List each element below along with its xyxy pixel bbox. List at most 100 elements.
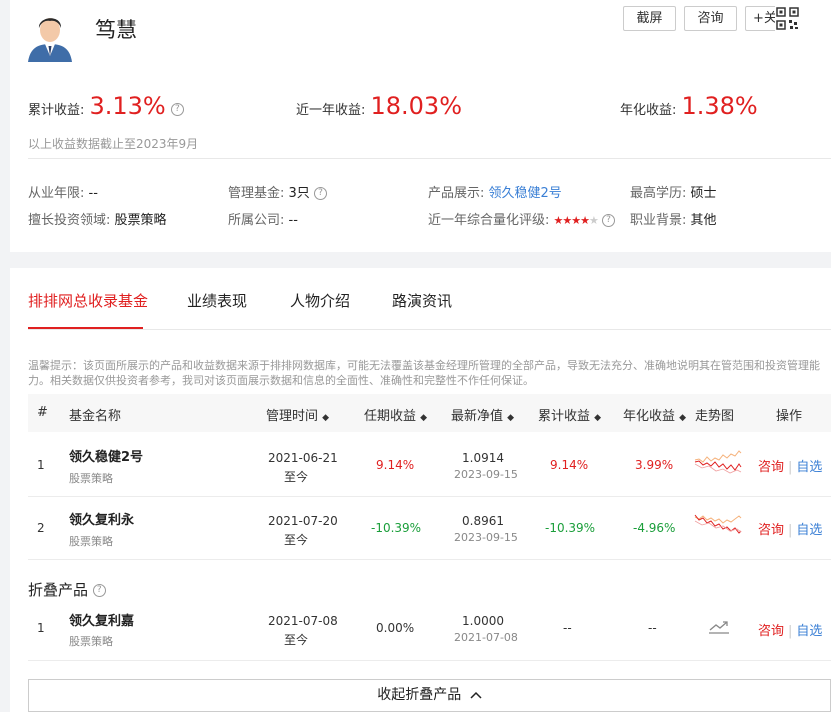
star-icon: ★: [562, 214, 572, 227]
collapse-folded-button[interactable]: 收起折叠产品: [28, 679, 831, 712]
row-ops: 咨询 | 自选: [758, 519, 822, 538]
ops-separator: |: [788, 460, 793, 475]
tab-roadshow[interactable]: 路演资讯: [392, 290, 452, 311]
consult-link[interactable]: 咨询: [758, 460, 784, 475]
col-fund-name: 基金名称: [69, 409, 122, 424]
sort-icon: ◆: [679, 413, 687, 423]
fund-type: 股票策略: [69, 472, 113, 485]
col-trend: 走势图: [695, 409, 735, 424]
screenshot-button[interactable]: 截屏: [623, 6, 676, 31]
col-ops: 操作: [776, 409, 803, 424]
qr-code-icon[interactable]: [775, 6, 800, 31]
sort-icon: ◆: [420, 413, 428, 423]
nav-date: 2023-09-15: [454, 531, 518, 544]
sort-icon: ◆: [507, 413, 515, 423]
nav-value: 1.0914: [462, 451, 504, 465]
info-funds: 管理基金: 3只 ?: [228, 182, 327, 201]
help-icon[interactable]: ?: [602, 214, 616, 227]
col-annual-label: 年化收益: [623, 409, 676, 424]
end-date: 至今: [284, 633, 309, 647]
start-date: 2021-07-08: [268, 614, 338, 628]
row-divider: [28, 496, 831, 497]
row-index: 1: [37, 458, 45, 472]
annual-return: 年化收益: 1.38%: [620, 92, 758, 120]
nav-value: 0.8961: [462, 514, 504, 528]
sort-icon: ◆: [594, 413, 602, 423]
watchlist-link[interactable]: 自选: [796, 460, 822, 475]
row-index: 1: [37, 621, 45, 635]
col-tenure-label: 任期收益: [364, 409, 417, 424]
rating-label: 近一年综合量化评级:: [428, 213, 550, 228]
chevron-up-icon: [470, 691, 482, 699]
col-tenure[interactable]: 任期收益 ◆: [364, 405, 427, 424]
disclaimer-tip: 温馨提示：该页面所展示的产品和收益数据来源于排排网数据库，可能无法覆盖该基金经理…: [28, 359, 820, 387]
annual-return-value: 1.38%: [681, 92, 758, 120]
tab-all-funds[interactable]: 排排网总收录基金: [28, 290, 148, 311]
star-icon: ★: [571, 214, 581, 227]
year-return: 近一年收益: 18.03%: [296, 92, 462, 120]
company-value: --: [288, 213, 298, 228]
start-date: 2021-06-21: [268, 451, 338, 465]
help-icon[interactable]: ?: [170, 103, 184, 116]
end-date: 至今: [284, 533, 309, 547]
background-label: 职业背景:: [630, 213, 687, 228]
fund-name-link[interactable]: 领久稳健2号: [69, 446, 143, 465]
folded-title-label: 折叠产品: [28, 581, 89, 599]
end-date: 至今: [284, 470, 309, 484]
annual-return: 3.99%: [635, 458, 674, 472]
fund-name-link[interactable]: 领久复利嘉: [69, 610, 134, 629]
education-value: 硕士: [690, 186, 717, 201]
info-background: 职业背景: 其他: [630, 209, 717, 228]
collapse-label: 收起折叠产品: [377, 687, 462, 703]
ops-separator: |: [788, 523, 793, 538]
info-company: 所属公司: --: [228, 209, 298, 228]
avatar: [23, 7, 77, 62]
tenure-return: 0.00%: [376, 621, 415, 635]
help-icon[interactable]: ?: [313, 187, 327, 200]
info-education: 最高学历: 硕士: [630, 182, 717, 201]
tab-performance[interactable]: 业绩表现: [187, 290, 247, 311]
fund-name-link[interactable]: 领久复利永: [69, 509, 134, 528]
col-period[interactable]: 管理时间 ◆: [266, 405, 329, 424]
year-return-value: 18.03%: [370, 92, 462, 120]
col-index: #: [37, 405, 48, 420]
tenure-return: 9.14%: [376, 458, 415, 472]
consult-button[interactable]: 咨询: [684, 6, 737, 31]
col-nav-label: 最新净值: [451, 409, 504, 424]
rating-stars: ★★★★★: [554, 213, 599, 228]
trend-chart-icon[interactable]: [708, 619, 730, 635]
watchlist-link[interactable]: 自选: [796, 624, 822, 639]
trend-sparkline[interactable]: [694, 448, 742, 478]
tabs-divider: [28, 329, 831, 330]
folded-title: 折叠产品 ?: [28, 579, 106, 600]
tenure-return: -10.39%: [371, 521, 422, 535]
col-cumulative[interactable]: 累计收益 ◆: [538, 405, 601, 424]
row-ops: 咨询 | 自选: [758, 456, 822, 475]
consult-link[interactable]: 咨询: [758, 523, 784, 538]
consult-link[interactable]: 咨询: [758, 624, 784, 639]
field-value: 股票策略: [114, 213, 167, 228]
background-value: 其他: [690, 213, 717, 228]
help-icon[interactable]: ?: [92, 584, 106, 597]
manager-name: 笃慧: [95, 18, 137, 42]
info-rating: 近一年综合量化评级: ★★★★★ ?: [428, 209, 616, 228]
row-divider: [28, 660, 831, 661]
col-annual[interactable]: 年化收益 ◆: [623, 405, 686, 424]
annual-return: -4.96%: [633, 521, 676, 535]
ops-separator: |: [788, 624, 793, 639]
cumulative-return: -10.39%: [545, 521, 596, 535]
product-link[interactable]: 领久稳健2号: [489, 186, 562, 201]
watchlist-link[interactable]: 自选: [796, 523, 822, 538]
product-label: 产品展示:: [428, 186, 485, 201]
col-period-label: 管理时间: [266, 409, 319, 424]
tab-profile[interactable]: 人物介绍: [290, 290, 350, 311]
trend-sparkline[interactable]: [694, 511, 742, 541]
star-empty-icon: ★: [589, 214, 599, 227]
cumulative-return: 累计收益: 3.13% ?: [28, 92, 184, 120]
annual-return-label: 年化收益:: [620, 103, 677, 118]
nav-date: 2021-07-08: [454, 631, 518, 644]
col-nav[interactable]: 最新净值 ◆: [451, 405, 514, 424]
funds-value: 3只: [288, 186, 310, 201]
row-index: 2: [37, 521, 45, 535]
cumulative-value: 3.13%: [89, 92, 166, 120]
